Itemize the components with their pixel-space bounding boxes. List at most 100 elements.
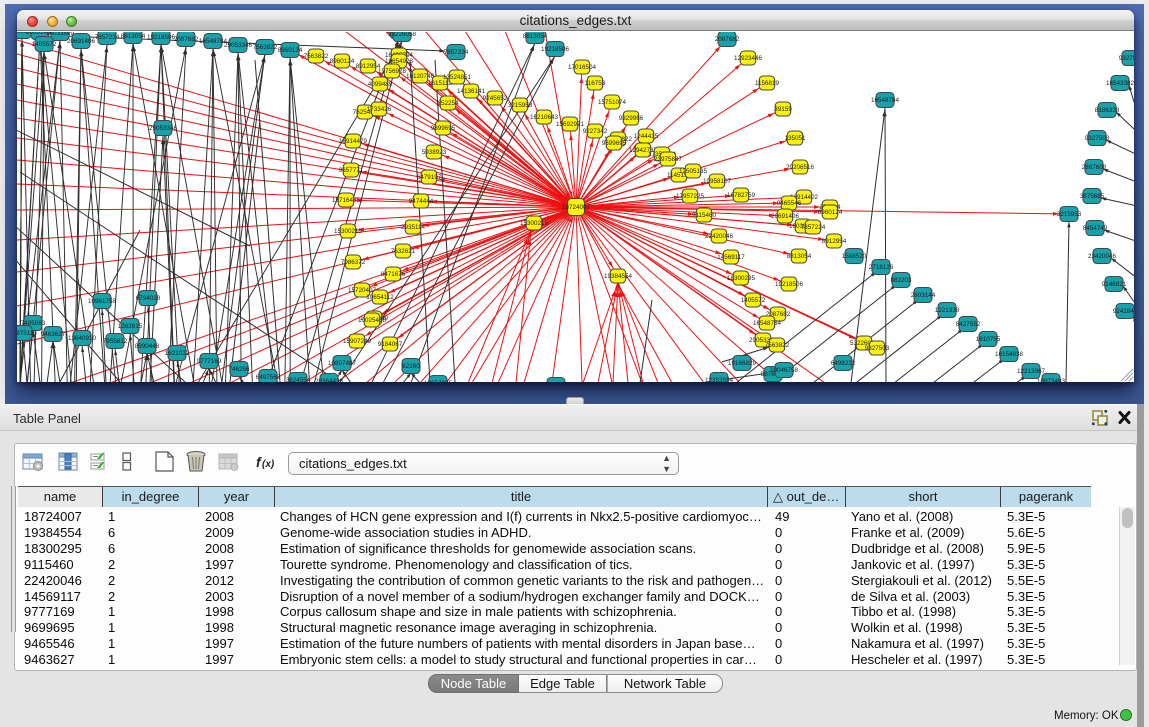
svg-text:7857224: 7857224 [444, 49, 469, 56]
svg-text:252254: 252254 [437, 100, 459, 107]
svg-text:12353594: 12353594 [705, 377, 734, 382]
svg-text:20691406: 20691406 [771, 213, 800, 220]
svg-text:16210643: 16210643 [530, 114, 559, 121]
svg-text:882203: 882203 [890, 277, 912, 284]
svg-text:116753: 116753 [585, 80, 606, 87]
svg-text:7563822: 7563822 [253, 44, 278, 51]
svg-text:15716485: 15716485 [332, 197, 361, 204]
svg-text:6479197: 6479197 [417, 174, 442, 181]
svg-text:3875685: 3875685 [1080, 193, 1105, 200]
svg-text:10973493: 10973493 [1037, 378, 1066, 382]
svg-text:8960124: 8960124 [330, 58, 355, 65]
svg-text:1610755: 1610755 [976, 336, 1001, 343]
svg-text:9699695: 9699695 [602, 140, 627, 147]
svg-text:6794028: 6794028 [136, 295, 161, 302]
svg-text:17016504: 17016504 [568, 64, 597, 71]
svg-text:8454749: 8454749 [1083, 225, 1108, 232]
svg-text:7955812: 7955812 [103, 338, 128, 345]
svg-text:9329966: 9329966 [619, 115, 644, 122]
svg-text:22420046: 22420046 [705, 233, 734, 240]
svg-text:29053346: 29053346 [149, 125, 178, 132]
svg-text:6497568: 6497568 [256, 374, 281, 381]
svg-text:3215953: 3215953 [508, 102, 533, 109]
svg-text:18724007: 18724007 [562, 204, 591, 211]
svg-text:8813054: 8813054 [523, 33, 548, 40]
svg-text:12923446: 12923446 [734, 55, 763, 62]
svg-text:53226058: 53226058 [388, 32, 417, 38]
svg-text:15300215: 15300215 [520, 220, 549, 227]
svg-text:8960124: 8960124 [278, 47, 303, 54]
svg-text:13524851: 13524851 [443, 74, 472, 81]
svg-text:9245652: 9245652 [483, 95, 508, 102]
svg-text:16120746: 16120746 [406, 73, 435, 80]
svg-text:9327503: 9327503 [1119, 55, 1134, 62]
svg-text:13640910: 13640910 [68, 335, 97, 342]
svg-text:20691406: 20691406 [67, 38, 96, 45]
svg-text:9327503: 9327503 [865, 345, 890, 352]
svg-text:19218506: 19218506 [147, 34, 176, 41]
svg-text:10807487: 10807487 [328, 360, 357, 367]
svg-text:1405572: 1405572 [741, 297, 766, 304]
svg-text:9327508: 9327508 [1085, 135, 1110, 142]
svg-text:7563822: 7563822 [765, 342, 790, 349]
svg-text:9463627: 9463627 [41, 331, 66, 338]
svg-text:16548784: 16548784 [871, 97, 900, 104]
svg-text:9657771: 9657771 [339, 167, 364, 174]
svg-text:12505135: 12505135 [679, 168, 708, 175]
svg-text:7632621: 7632621 [391, 248, 416, 255]
svg-text:19166829: 19166829 [728, 360, 757, 367]
svg-text:1588520: 1588520 [842, 253, 867, 260]
svg-text:10958107: 10958107 [703, 178, 732, 185]
svg-text:18300295: 18300295 [727, 275, 756, 282]
svg-text:23975887: 23975887 [654, 156, 683, 163]
svg-text:2867608: 2867608 [1082, 164, 1107, 171]
svg-text:1244415: 1244415 [634, 133, 659, 140]
svg-text:4099489: 4099489 [368, 81, 393, 88]
svg-text:62160: 62160 [402, 363, 420, 370]
svg-text:8471676: 8471676 [381, 271, 406, 278]
svg-text:8960124: 8960124 [818, 209, 843, 216]
svg-text:20364436: 20364436 [315, 378, 344, 382]
svg-text:5938923: 5938923 [422, 149, 447, 156]
svg-text:14136141: 14136141 [457, 88, 486, 95]
svg-text:15300215: 15300215 [334, 228, 363, 235]
svg-text:7857224: 7857224 [801, 224, 826, 231]
svg-text:7986372: 7986372 [341, 259, 366, 266]
svg-text:14569117: 14569117 [717, 254, 745, 261]
svg-text:15907249: 15907249 [343, 338, 372, 345]
svg-text:9184067: 9184067 [378, 341, 403, 348]
svg-text:17957225: 17957225 [676, 193, 705, 200]
svg-text:10961758: 10961758 [88, 298, 117, 305]
svg-text:2087682: 2087682 [715, 36, 740, 43]
svg-text:9899695: 9899695 [431, 125, 456, 132]
svg-text:10046758: 10046758 [770, 367, 799, 374]
svg-text:3824554: 3824554 [286, 377, 311, 382]
svg-text:1405572: 1405572 [32, 41, 57, 48]
svg-text:1156819: 1156819 [755, 80, 780, 87]
svg-text:12975115: 12975115 [17, 330, 37, 337]
svg-text:746266: 746266 [228, 366, 250, 373]
svg-text:15751074: 15751074 [598, 99, 627, 106]
svg-text:(x): (x) [262, 459, 275, 470]
svg-text:6498222: 6498222 [831, 360, 856, 367]
svg-text:12213967: 12213967 [1017, 368, 1046, 375]
svg-text:9227342: 9227342 [583, 128, 608, 135]
svg-text:19218506: 19218506 [775, 281, 804, 288]
svg-text:9146821: 9146821 [1102, 281, 1127, 288]
svg-text:9465546: 9465546 [777, 200, 802, 207]
svg-text:2935114: 2935114 [401, 224, 426, 231]
svg-text:8186328: 8186328 [1095, 107, 1120, 114]
svg-text:19384554: 19384554 [604, 273, 633, 280]
svg-text:9115460: 9115460 [692, 212, 717, 219]
svg-text:20206516: 20206516 [786, 164, 815, 171]
svg-text:8427552: 8427552 [956, 321, 981, 328]
svg-text:9777169: 9777169 [197, 358, 222, 365]
svg-text:1621022: 1621022 [165, 350, 190, 357]
svg-text:15692971: 15692971 [556, 121, 585, 128]
svg-text:19218506: 19218506 [541, 46, 570, 53]
svg-text:1221338: 1221338 [935, 307, 960, 314]
svg-text:2718126: 2718126 [869, 264, 894, 271]
svg-text:7563822: 7563822 [304, 53, 329, 60]
svg-text:2087682: 2087682 [174, 36, 199, 43]
svg-text:23420046: 23420046 [1088, 253, 1117, 260]
